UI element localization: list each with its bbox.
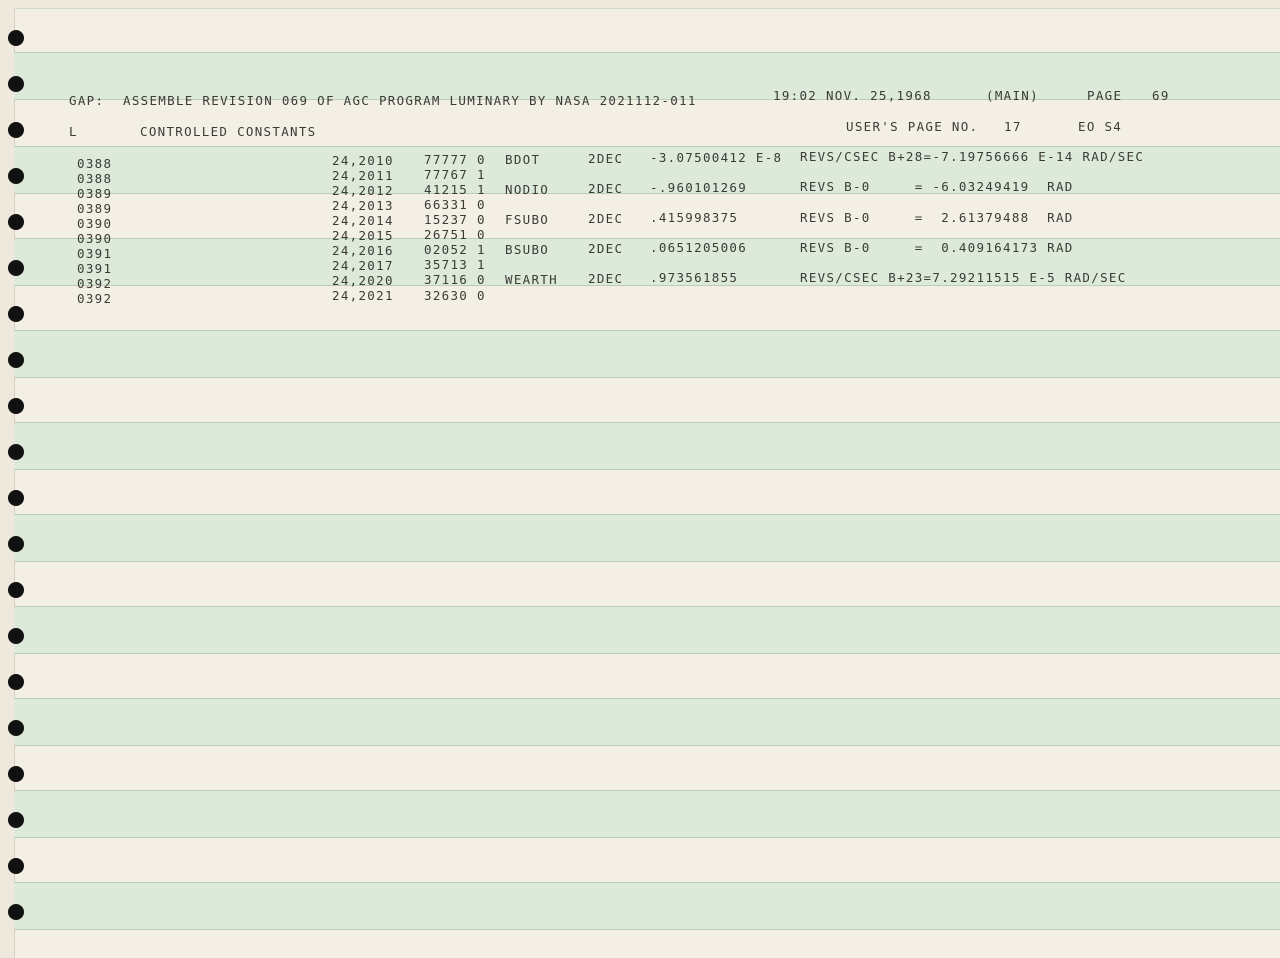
address: 24,2012 <box>332 183 394 198</box>
octal-word: 15237 0 <box>424 212 486 227</box>
opcode: 2DEC <box>588 181 624 196</box>
opcode: 2DEC <box>588 271 624 286</box>
unit-comment: REVS B-0 = -6.03249419 RAD <box>800 179 1074 194</box>
sprocket-hole-icon <box>8 306 24 322</box>
symbol-label: WEARTH <box>505 272 558 287</box>
sprocket-hole-icon <box>8 214 24 230</box>
line-number: 0392 <box>77 291 113 306</box>
sprocket-hole-icon <box>8 582 24 598</box>
octal-word: 77777 0 <box>424 152 486 167</box>
line-number: 0391 <box>77 246 113 261</box>
users-page-label: USER'S PAGE NO. <box>846 119 979 134</box>
unit-comment: REVS/CSEC B+23=7.29211515 E-5 RAD/SEC <box>800 270 1127 285</box>
sprocket-hole-icon <box>8 260 24 276</box>
gap-label: GAP: <box>69 93 105 108</box>
timestamp: 19:02 NOV. 25,1968 <box>773 88 932 103</box>
green-bar <box>14 606 1280 654</box>
assemble-line: ASSEMBLE REVISION 069 OF AGC PROGRAM LUM… <box>123 93 697 108</box>
symbol-label: FSUBO <box>505 212 550 227</box>
octal-word: 32630 0 <box>424 288 486 303</box>
sprocket-hole-icon <box>8 168 24 184</box>
green-bar <box>14 882 1280 930</box>
line-number: 0389 <box>77 201 113 216</box>
address: 24,2013 <box>332 198 394 213</box>
green-bar <box>14 698 1280 746</box>
sprocket-hole-icon <box>8 122 24 138</box>
page-number: 69 <box>1152 88 1170 103</box>
sprocket-hole-icon <box>8 858 24 874</box>
line-number: 0391 <box>77 261 113 276</box>
constant-value: -.960101269 <box>650 180 748 195</box>
symbol-label: BDOT <box>505 152 541 167</box>
octal-word: 41215 1 <box>424 182 486 197</box>
constant-value: .415998375 <box>650 210 739 225</box>
sprocket-hole-icon <box>8 444 24 460</box>
address: 24,2021 <box>332 288 394 303</box>
sprocket-hole-icon <box>8 766 24 782</box>
sprocket-hole-icon <box>8 674 24 690</box>
address: 24,2010 <box>332 153 394 168</box>
symbol-label: BSUBO <box>505 242 550 257</box>
section-title: CONTROLLED CONSTANTS <box>140 124 317 139</box>
opcode: 2DEC <box>588 241 624 256</box>
line-number: 0392 <box>77 276 113 291</box>
sprocket-hole-icon <box>8 398 24 414</box>
constant-value: -3.07500412 E-8 <box>650 150 783 165</box>
sprocket-hole-icon <box>8 628 24 644</box>
opcode: 2DEC <box>588 211 624 226</box>
address: 24,2020 <box>332 273 394 288</box>
green-bar <box>14 790 1280 838</box>
sprocket-hole-icon <box>8 812 24 828</box>
line-number: 0390 <box>77 231 113 246</box>
line-number: 0388 <box>77 156 113 171</box>
octal-word: 35713 1 <box>424 257 486 272</box>
sprocket-hole-icon <box>8 76 24 92</box>
top-rule <box>14 8 1280 9</box>
line-number: 0390 <box>77 216 113 231</box>
sprocket-hole-icon <box>8 30 24 46</box>
octal-word: 66331 0 <box>424 197 486 212</box>
constant-value: .973561855 <box>650 270 739 285</box>
line-number: 0389 <box>77 186 113 201</box>
l-marker: L <box>69 124 78 139</box>
constant-value: .0651205006 <box>650 240 748 255</box>
page-label: PAGE <box>1087 88 1123 103</box>
address: 24,2016 <box>332 243 394 258</box>
eo-code: EO S4 <box>1078 119 1123 134</box>
sprocket-hole-icon <box>8 490 24 506</box>
unit-comment: REVS B-0 = 0.409164173 RAD <box>800 240 1074 255</box>
green-bar <box>14 330 1280 378</box>
sprocket-hole-icon <box>8 536 24 552</box>
sprocket-hole-icon <box>8 352 24 368</box>
section-label: (MAIN) <box>986 88 1039 103</box>
address: 24,2011 <box>332 168 394 183</box>
octal-word: 37116 0 <box>424 272 486 287</box>
opcode: 2DEC <box>588 151 624 166</box>
green-bar <box>14 514 1280 562</box>
octal-word: 77767 1 <box>424 167 486 182</box>
line-number: 0388 <box>77 171 113 186</box>
users-page-number: 17 <box>1004 119 1022 134</box>
unit-comment: REVS/CSEC B+28=-7.19756666 E-14 RAD/SEC <box>800 149 1145 164</box>
address: 24,2014 <box>332 213 394 228</box>
octal-word: 26751 0 <box>424 227 486 242</box>
address: 24,2017 <box>332 258 394 273</box>
address: 24,2015 <box>332 228 394 243</box>
symbol-label: NODIO <box>505 182 550 197</box>
green-bar <box>14 422 1280 470</box>
unit-comment: REVS B-0 = 2.61379488 RAD <box>800 210 1074 225</box>
sprocket-hole-icon <box>8 904 24 920</box>
octal-word: 02052 1 <box>424 242 486 257</box>
sprocket-hole-icon <box>8 720 24 736</box>
